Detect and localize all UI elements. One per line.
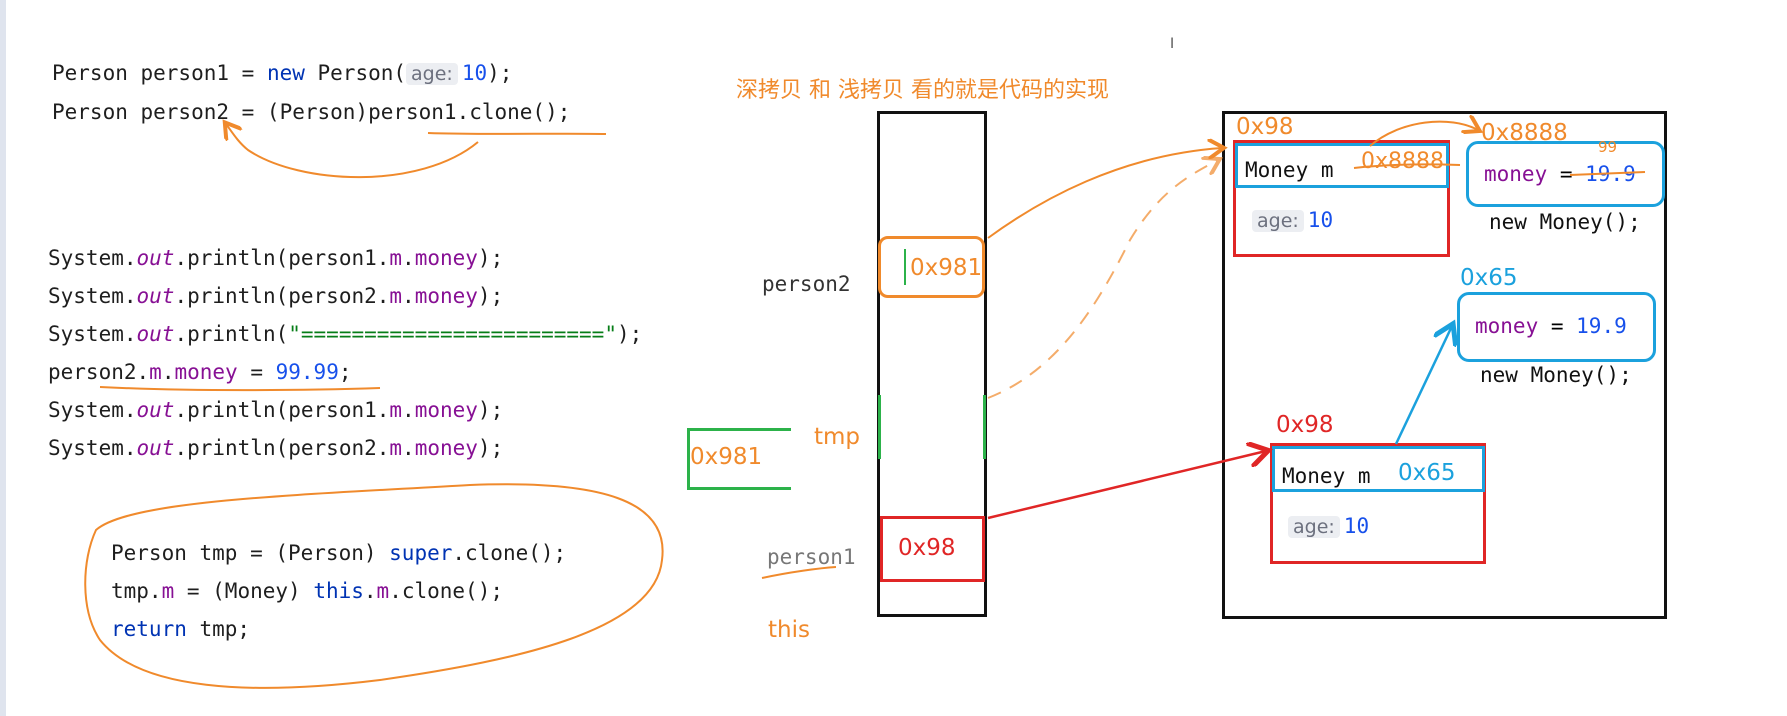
arrow-ref-to-money-mid <box>1394 326 1452 445</box>
underline-clone-call <box>427 132 607 135</box>
underline-assign <box>99 386 381 392</box>
arrow-ref-to-money-top <box>1369 122 1478 147</box>
annotation-layer <box>84 0 1646 689</box>
strike-money-ref <box>1353 163 1461 169</box>
underline-person1 <box>761 566 837 579</box>
arrow-tmp-to-heap <box>987 160 1218 399</box>
arrow-person2-to-heap <box>987 148 1222 239</box>
clone-code-ellipse <box>84 483 664 689</box>
clone-return-arrow <box>226 124 479 179</box>
arrow-person1-to-heap <box>987 451 1266 520</box>
strike-19-9 <box>1569 171 1646 176</box>
